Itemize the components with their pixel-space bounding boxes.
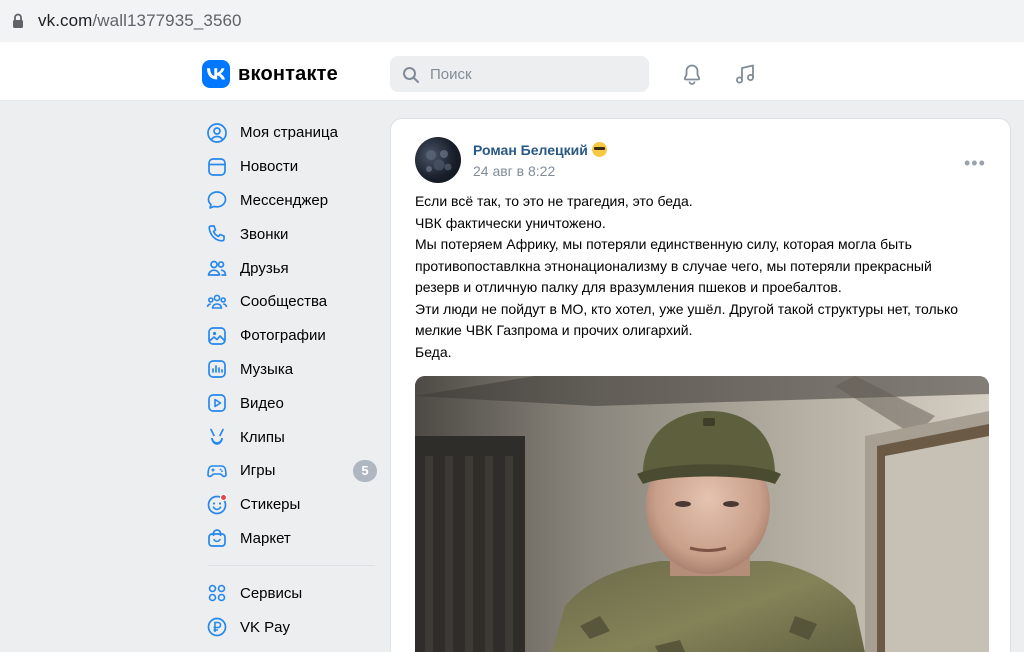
message-icon: [207, 191, 227, 210]
url-path: /wall1377935_3560: [92, 11, 242, 30]
post-author-link[interactable]: Роман Белецкий: [473, 142, 607, 158]
nav-item-photos[interactable]: Фотографии: [200, 319, 382, 353]
bell-icon[interactable]: [680, 62, 704, 86]
nav-label: Мессенджер: [240, 191, 329, 209]
lock-icon: [13, 13, 23, 28]
post-text-line: мелкие ЧВК Газпрома и прочих олигархий.: [415, 322, 693, 338]
left-nav: Моя страница Новости Мессенджер Звонки Д…: [200, 116, 382, 644]
wall-post: Роман Белецкий 24 авг в 8:22 ••• Если вс…: [390, 118, 1011, 652]
photo-icon: [208, 326, 226, 345]
nav-item-market[interactable]: Маркет: [200, 522, 382, 556]
nav-label: Стикеры: [240, 496, 301, 514]
post-text-line: Эти люди не пойдут в МО, кто хотел, уже …: [415, 300, 959, 317]
nav-item-vk-pay[interactable]: VK Pay: [200, 610, 382, 644]
video-icon: [208, 394, 226, 413]
nav-label: Игры: [240, 462, 276, 480]
nav-label: Клипы: [240, 428, 285, 446]
services-icon: [208, 584, 226, 602]
nav-item-messenger[interactable]: Мессенджер: [200, 184, 382, 218]
sunglasses-emoji-icon: [591, 142, 607, 157]
nav-item-friends[interactable]: Друзья: [200, 251, 382, 285]
post-text-line: Если всё так, то это не трагедия, это бе…: [415, 193, 693, 209]
nav-item-clips[interactable]: Клипы: [200, 420, 382, 454]
nav-label: Звонки: [240, 225, 289, 243]
nav-item-calls[interactable]: Звонки: [200, 217, 382, 251]
post-date[interactable]: 24 авг в 8:22: [473, 163, 555, 179]
gamepad-icon: [207, 465, 227, 478]
communities-icon: [206, 294, 228, 309]
friends-icon: [207, 260, 227, 276]
new-notification-dot: [220, 493, 227, 501]
music-icon: [208, 360, 226, 379]
phone-icon: [208, 225, 225, 242]
url-text: vk.com/wall1377935_3560: [38, 11, 242, 31]
post-text-line: ЧВК фактически уничтожено.: [415, 214, 606, 231]
nav-item-stickers[interactable]: Стикеры: [200, 488, 382, 522]
nav-item-services[interactable]: Сервисы: [200, 576, 382, 610]
post-text-line: Беда.: [415, 343, 452, 360]
search-input[interactable]: [430, 56, 630, 92]
site-header: вконтакте: [0, 44, 1024, 101]
nav-label: Маркет: [240, 529, 291, 547]
browser-address-bar: vk.com/wall1377935_3560: [0, 0, 1024, 44]
post-photo[interactable]: [415, 376, 989, 652]
search-box[interactable]: [390, 56, 649, 92]
nav-item-my-page[interactable]: Моя страница: [200, 116, 382, 150]
nav-label: Сообщества: [240, 293, 328, 311]
newsfeed-icon: [208, 157, 226, 176]
nav-label: Видео: [240, 394, 284, 412]
nav-label: Друзья: [240, 259, 289, 277]
search-icon: [403, 67, 419, 83]
nav-item-news[interactable]: Новости: [200, 150, 382, 184]
nav-item-video[interactable]: Видео: [200, 386, 382, 420]
url-host: vk.com: [38, 11, 93, 30]
post-text-line: Мы потеряем Африку, мы потеряли единстве…: [415, 236, 912, 252]
nav-label: VK Pay: [240, 618, 291, 636]
author-avatar[interactable]: [415, 137, 461, 183]
vkpay-icon: [207, 617, 227, 637]
post-text-line: резерв и отличную палку для вразумления …: [415, 279, 842, 295]
vk-logo-icon: [202, 60, 230, 88]
nav-label: Музыка: [240, 360, 294, 378]
post-text-line: противопоставлкна этнонационализму в слу…: [415, 257, 932, 274]
nav-label: Фотографии: [240, 327, 326, 345]
nav-item-music[interactable]: Музыка: [200, 353, 382, 387]
market-icon: [208, 529, 226, 548]
nav-label: Сервисы: [240, 584, 303, 602]
vk-logo[interactable]: вконтакте: [202, 60, 338, 88]
clips-icon: [210, 428, 224, 445]
nav-label: Моя страница: [240, 124, 338, 142]
nav-item-communities[interactable]: Сообщества: [200, 285, 382, 319]
user-circle-icon: [207, 123, 227, 143]
author-name: Роман Белецкий: [473, 142, 588, 158]
logo-text: вконтакте: [238, 62, 338, 85]
nav-item-games[interactable]: Игры 5: [200, 454, 382, 488]
url-field[interactable]: vk.com/wall1377935_3560: [0, 0, 1024, 42]
post-text: Если всё так, то это не трагедия, это бе…: [415, 191, 995, 363]
games-count-badge: 5: [353, 459, 377, 482]
nav-label: Новости: [240, 158, 299, 176]
music-icon[interactable]: [733, 62, 757, 86]
more-options-icon[interactable]: •••: [964, 153, 986, 174]
nav-divider: [208, 565, 375, 567]
